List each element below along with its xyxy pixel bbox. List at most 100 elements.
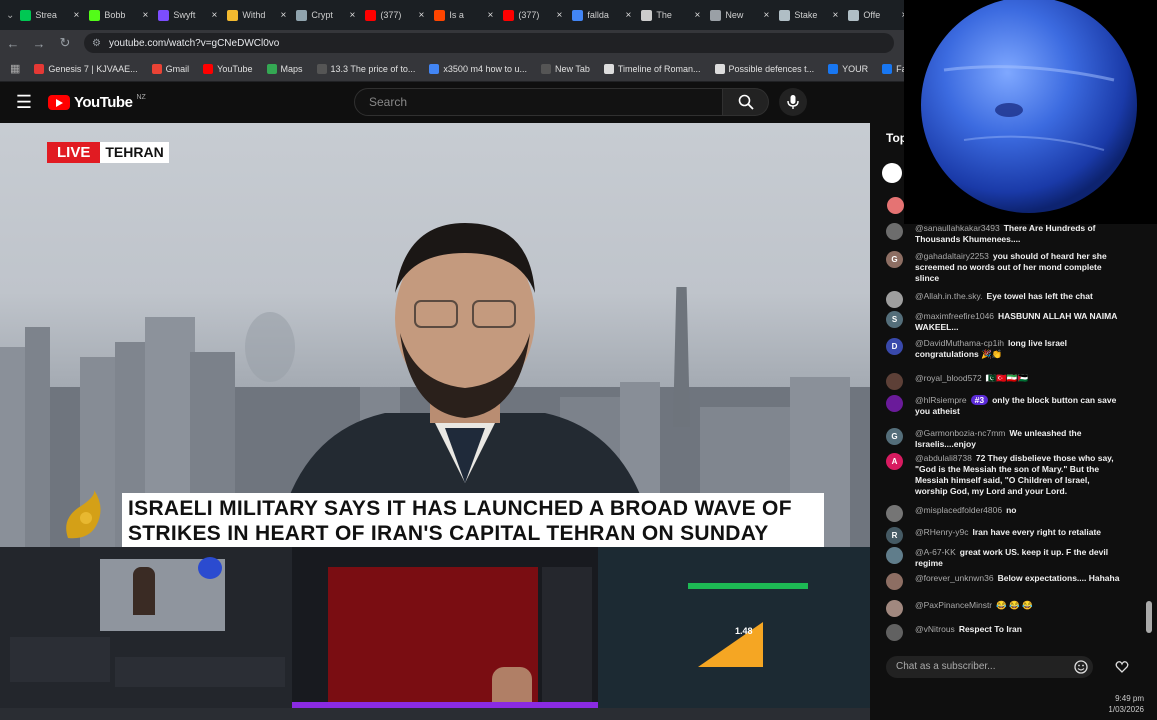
browser-tab[interactable]: Withd ×	[223, 3, 290, 27]
bookmark-item[interactable]: 13.3 The price of to...	[316, 63, 415, 74]
bookmark-item[interactable]: New Tab	[540, 63, 590, 74]
avatar[interactable]: A	[886, 453, 903, 470]
bookmark-favicon-icon	[266, 63, 277, 74]
browser-tab[interactable]: Swyft ×	[154, 3, 221, 27]
browser-tab[interactable]: Bobb ×	[85, 3, 152, 27]
chat-author[interactable]: @misplacedfolder4806	[915, 505, 1002, 515]
browser-tab[interactable]: Strea ×	[16, 3, 83, 27]
tab-close-icon[interactable]: ×	[695, 10, 701, 21]
avatar[interactable]	[886, 624, 903, 641]
browser-tab[interactable]: fallda ×	[568, 3, 635, 27]
country-code: NZ	[136, 94, 146, 101]
chat-author[interactable]: @hlRsiempre	[915, 395, 967, 405]
tab-close-icon[interactable]: ×	[281, 10, 287, 21]
browser-tab[interactable]: Crypt ×	[292, 3, 359, 27]
bookmark-item[interactable]: Facebook green	[882, 63, 904, 74]
chat-author[interactable]: @DavidMuthama-cp1ih	[915, 338, 1004, 348]
chat-author[interactable]: @maximfreefire1046	[915, 311, 994, 321]
chat-author[interactable]: @Allah.in.the.sky.	[915, 291, 983, 301]
chat-author[interactable]: @PaxPinanceMinstr	[915, 600, 992, 610]
bookmark-favicon-icon	[34, 63, 45, 74]
search-button[interactable]	[723, 88, 769, 116]
avatar[interactable]	[886, 600, 903, 617]
tab-close-icon[interactable]: ×	[350, 10, 356, 21]
avatar[interactable]	[886, 395, 903, 412]
browser-tab[interactable]: Is a ×	[430, 3, 497, 27]
youtube-logo[interactable]: YouTube NZ	[48, 94, 146, 111]
chat-scrollbar-thumb[interactable]	[1146, 601, 1152, 633]
tab-title: (377)	[380, 10, 402, 20]
browser-tab[interactable]: New ×	[706, 3, 773, 27]
pinned-avatar	[882, 163, 902, 183]
avatar[interactable]: R	[886, 527, 903, 544]
avatar[interactable]	[886, 547, 903, 564]
chat-input[interactable]: Chat as a subscriber...	[886, 656, 1093, 678]
voice-search-button[interactable]	[779, 88, 807, 116]
bookmark-item[interactable]: YOUR	[828, 63, 868, 74]
avatar[interactable]	[886, 291, 903, 308]
avatar[interactable]	[886, 223, 903, 240]
back-icon[interactable]: ←	[0, 36, 26, 51]
chat-author[interactable]: @A-67-KK	[915, 547, 956, 557]
bookmark-favicon-icon	[882, 63, 893, 74]
avatar[interactable]: G	[886, 428, 903, 445]
video-player[interactable]: LIVE TEHRAN ISRAELI MILITARY SAYS IT HAS…	[0, 123, 870, 547]
tab-close-icon[interactable]: ×	[143, 10, 149, 21]
menu-icon[interactable]: ☰	[0, 92, 48, 113]
caption-line-1: ISRAELI MILITARY SAYS IT HAS LAUNCHED A …	[128, 497, 792, 520]
avatar[interactable]	[886, 573, 903, 590]
tab-close-icon[interactable]: ×	[419, 10, 425, 21]
chat-author[interactable]: @forever_unknwn36	[915, 573, 994, 583]
search-input[interactable]: Search	[354, 88, 723, 116]
avatar[interactable]	[886, 505, 903, 522]
bookmark-item[interactable]: x3500 m4 how to u...	[429, 63, 527, 74]
browser-tab[interactable]: Offe×	[844, 3, 904, 27]
bookmark-label: Facebook green	[896, 63, 904, 74]
bookmark-item[interactable]: Gmail	[151, 63, 189, 74]
reload-icon[interactable]: ↻	[52, 35, 78, 51]
browser-tab[interactable]: (377) ×	[499, 3, 566, 27]
bookmark-favicon-icon	[828, 63, 839, 74]
apps-icon[interactable]: ▦	[10, 62, 20, 75]
emoji-icon[interactable]	[1074, 660, 1088, 674]
tab-close-icon[interactable]: ×	[833, 10, 839, 21]
tab-favicon-icon	[572, 9, 584, 21]
avatar[interactable]: S	[886, 311, 903, 328]
chat-author[interactable]: @sanaullahkakar3493	[915, 223, 1000, 233]
bookmark-item[interactable]: Possible defences t...	[714, 63, 814, 74]
url-field[interactable]: ⚙ youtube.com/watch?v=gCNeDWCl0vo	[84, 33, 894, 53]
chat-author[interactable]: @Garmonbozia-nc7mm	[915, 428, 1005, 438]
bookmark-item[interactable]: YouTube	[203, 63, 253, 74]
tab-favicon-icon	[158, 9, 170, 21]
avatar[interactable]: D	[886, 338, 903, 355]
bookmark-item[interactable]: Timeline of Roman...	[603, 63, 701, 74]
heart-icon[interactable]	[1115, 660, 1129, 674]
bookmarks-bar: ▦ Genesis 7 | KJVAAE... Gmail YouTube Maps 1…	[0, 56, 904, 82]
tab-close-icon[interactable]: ×	[212, 10, 218, 21]
chat-author[interactable]: @abdulali8738	[915, 453, 972, 463]
tab-close-icon[interactable]: ×	[557, 10, 563, 21]
tab-close-icon[interactable]: ×	[488, 10, 494, 21]
forward-icon[interactable]: →	[26, 36, 52, 51]
tab-close-icon[interactable]: ×	[74, 10, 80, 21]
price-chart-thumbnail	[698, 622, 763, 667]
browser-tab[interactable]: Stake ×	[775, 3, 842, 27]
tab-close-icon[interactable]: ×	[764, 10, 770, 21]
tab-search-icon[interactable]: ⌄	[6, 10, 14, 21]
bookmark-favicon-icon	[151, 63, 162, 74]
chat-text: 🇵🇰🇹🇷🇮🇷🇵🇸	[985, 373, 1029, 383]
browser-tab[interactable]: The ×	[637, 3, 704, 27]
avatar[interactable]: G	[886, 251, 903, 268]
bookmark-item[interactable]: Maps	[266, 63, 303, 74]
chat-author[interactable]: @vNitrous	[915, 624, 955, 634]
avatar[interactable]	[886, 373, 903, 390]
bookmark-favicon-icon	[203, 63, 214, 74]
chat-author[interactable]: @RHenry-y9c	[915, 527, 969, 537]
bookmark-item[interactable]: Genesis 7 | KJVAAE...	[34, 63, 138, 74]
tab-close-icon[interactable]: ×	[626, 10, 632, 21]
chat-author[interactable]: @royal_blood572	[915, 373, 982, 383]
browser-tab[interactable]: (377) ×	[361, 3, 428, 27]
site-info-icon[interactable]: ⚙	[92, 38, 101, 49]
tab-title: Bobb	[104, 10, 126, 20]
chat-author[interactable]: @gahadaltairy2253	[915, 251, 989, 261]
